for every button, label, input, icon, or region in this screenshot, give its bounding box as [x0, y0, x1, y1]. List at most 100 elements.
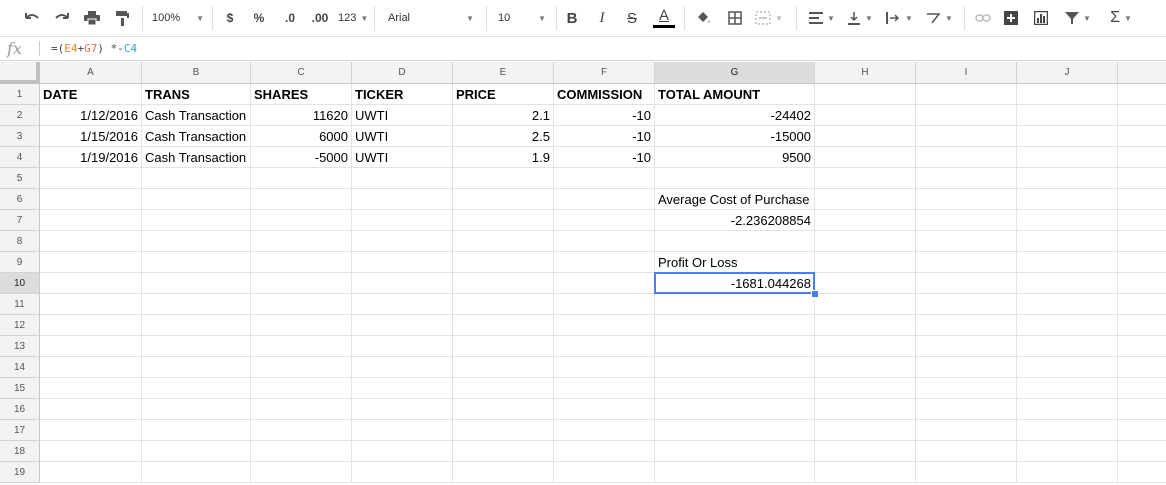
row-header-15[interactable]: 15	[0, 378, 40, 399]
cell-d7[interactable]	[352, 210, 453, 231]
cell-g6[interactable]: Average Cost of Purchase	[655, 189, 815, 210]
cell-i3[interactable]	[916, 126, 1017, 147]
italic-button[interactable]: I	[592, 7, 612, 29]
cell-partial[interactable]	[1118, 210, 1166, 231]
cell-h12[interactable]	[815, 315, 916, 336]
cell-b9[interactable]	[142, 252, 251, 273]
cell-d13[interactable]	[352, 336, 453, 357]
more-formats-dropdown[interactable]: 123 ▼	[336, 7, 368, 29]
borders-icon[interactable]	[724, 7, 746, 29]
cell-j11[interactable]	[1017, 294, 1118, 315]
cell-b5[interactable]	[142, 168, 251, 189]
cell-partial[interactable]	[1118, 420, 1166, 441]
cell-j5[interactable]	[1017, 168, 1118, 189]
cell-f13[interactable]	[554, 336, 655, 357]
cell-g19[interactable]	[655, 462, 815, 483]
cell-i8[interactable]	[916, 231, 1017, 252]
filter-icon[interactable]: ▼	[1060, 7, 1096, 29]
cell-g11[interactable]	[655, 294, 815, 315]
cell-partial[interactable]	[1118, 315, 1166, 336]
cell-j9[interactable]	[1017, 252, 1118, 273]
column-header-j[interactable]: J	[1017, 62, 1118, 84]
cell-g13[interactable]	[655, 336, 815, 357]
cell-a9[interactable]	[40, 252, 142, 273]
row-header-7[interactable]: 7	[0, 210, 40, 231]
row-header-14[interactable]: 14	[0, 357, 40, 378]
cell-h11[interactable]	[815, 294, 916, 315]
cell-e10[interactable]	[453, 273, 554, 294]
cell-h19[interactable]	[815, 462, 916, 483]
cell-f7[interactable]	[554, 210, 655, 231]
cell-b3[interactable]: Cash Transaction	[142, 126, 251, 147]
cell-g9[interactable]: Profit Or Loss	[655, 252, 815, 273]
cell-c15[interactable]	[251, 378, 352, 399]
cell-f18[interactable]	[554, 441, 655, 462]
cell-f9[interactable]	[554, 252, 655, 273]
cell-f10[interactable]	[554, 273, 655, 294]
cell-partial[interactable]	[1118, 105, 1166, 126]
cell-partial[interactable]	[1118, 168, 1166, 189]
cell-a2[interactable]: 1/12/2016	[40, 105, 142, 126]
cell-i14[interactable]	[916, 357, 1017, 378]
cell-j2[interactable]	[1017, 105, 1118, 126]
functions-button[interactable]: Σ ▼	[1104, 7, 1138, 29]
undo-icon[interactable]	[20, 7, 44, 29]
cell-d1[interactable]: TICKER	[352, 84, 453, 105]
cell-b12[interactable]	[142, 315, 251, 336]
cell-a13[interactable]	[40, 336, 142, 357]
cell-d12[interactable]	[352, 315, 453, 336]
cell-e2[interactable]: 2.1	[453, 105, 554, 126]
cell-a10[interactable]	[40, 273, 142, 294]
cell-d2[interactable]: UWTI	[352, 105, 453, 126]
cell-e9[interactable]	[453, 252, 554, 273]
text-wrapping-icon[interactable]: ▼	[882, 7, 916, 29]
column-header-i[interactable]: I	[916, 62, 1017, 84]
cell-e4[interactable]: 1.9	[453, 147, 554, 168]
cell-a17[interactable]	[40, 420, 142, 441]
cell-h9[interactable]	[815, 252, 916, 273]
cell-d16[interactable]	[352, 399, 453, 420]
print-icon[interactable]	[80, 7, 104, 29]
link-icon[interactable]	[972, 7, 994, 29]
decrease-decimal-button[interactable]: .0	[277, 7, 303, 29]
cell-d15[interactable]	[352, 378, 453, 399]
cell-b6[interactable]	[142, 189, 251, 210]
cell-a8[interactable]	[40, 231, 142, 252]
cell-g8[interactable]	[655, 231, 815, 252]
cell-g15[interactable]	[655, 378, 815, 399]
cell-e14[interactable]	[453, 357, 554, 378]
cell-partial[interactable]	[1118, 126, 1166, 147]
cell-partial[interactable]	[1118, 273, 1166, 294]
cell-partial[interactable]	[1118, 399, 1166, 420]
font-size-dropdown[interactable]: 10 ▼	[496, 7, 548, 29]
cell-d4[interactable]: UWTI	[352, 147, 453, 168]
cell-h10[interactable]	[815, 273, 916, 294]
cell-e6[interactable]	[453, 189, 554, 210]
cell-i17[interactable]	[916, 420, 1017, 441]
cell-e18[interactable]	[453, 441, 554, 462]
cell-c12[interactable]	[251, 315, 352, 336]
cell-e13[interactable]	[453, 336, 554, 357]
cell-b2[interactable]: Cash Transaction	[142, 105, 251, 126]
cell-i19[interactable]	[916, 462, 1017, 483]
spreadsheet-grid[interactable]: A B C D E F G H I J 1 DATE TRANS SHARES TICKER PRICE COM…	[0, 62, 1166, 485]
cell-e8[interactable]	[453, 231, 554, 252]
paint-format-icon[interactable]	[110, 7, 134, 29]
cell-g18[interactable]	[655, 441, 815, 462]
cell-b14[interactable]	[142, 357, 251, 378]
cell-a11[interactable]	[40, 294, 142, 315]
column-header-g[interactable]: G	[655, 62, 815, 84]
cell-a15[interactable]	[40, 378, 142, 399]
cell-c4[interactable]: -5000	[251, 147, 352, 168]
cell-g2[interactable]: -24402	[655, 105, 815, 126]
row-header-1[interactable]: 1	[0, 84, 40, 105]
select-all-corner[interactable]	[0, 62, 40, 84]
cell-partial[interactable]	[1118, 231, 1166, 252]
column-header-a[interactable]: A	[40, 62, 142, 84]
cell-j14[interactable]	[1017, 357, 1118, 378]
cell-partial[interactable]	[1118, 462, 1166, 483]
cell-c10[interactable]	[251, 273, 352, 294]
cell-i5[interactable]	[916, 168, 1017, 189]
cell-e1[interactable]: PRICE	[453, 84, 554, 105]
cell-g16[interactable]	[655, 399, 815, 420]
